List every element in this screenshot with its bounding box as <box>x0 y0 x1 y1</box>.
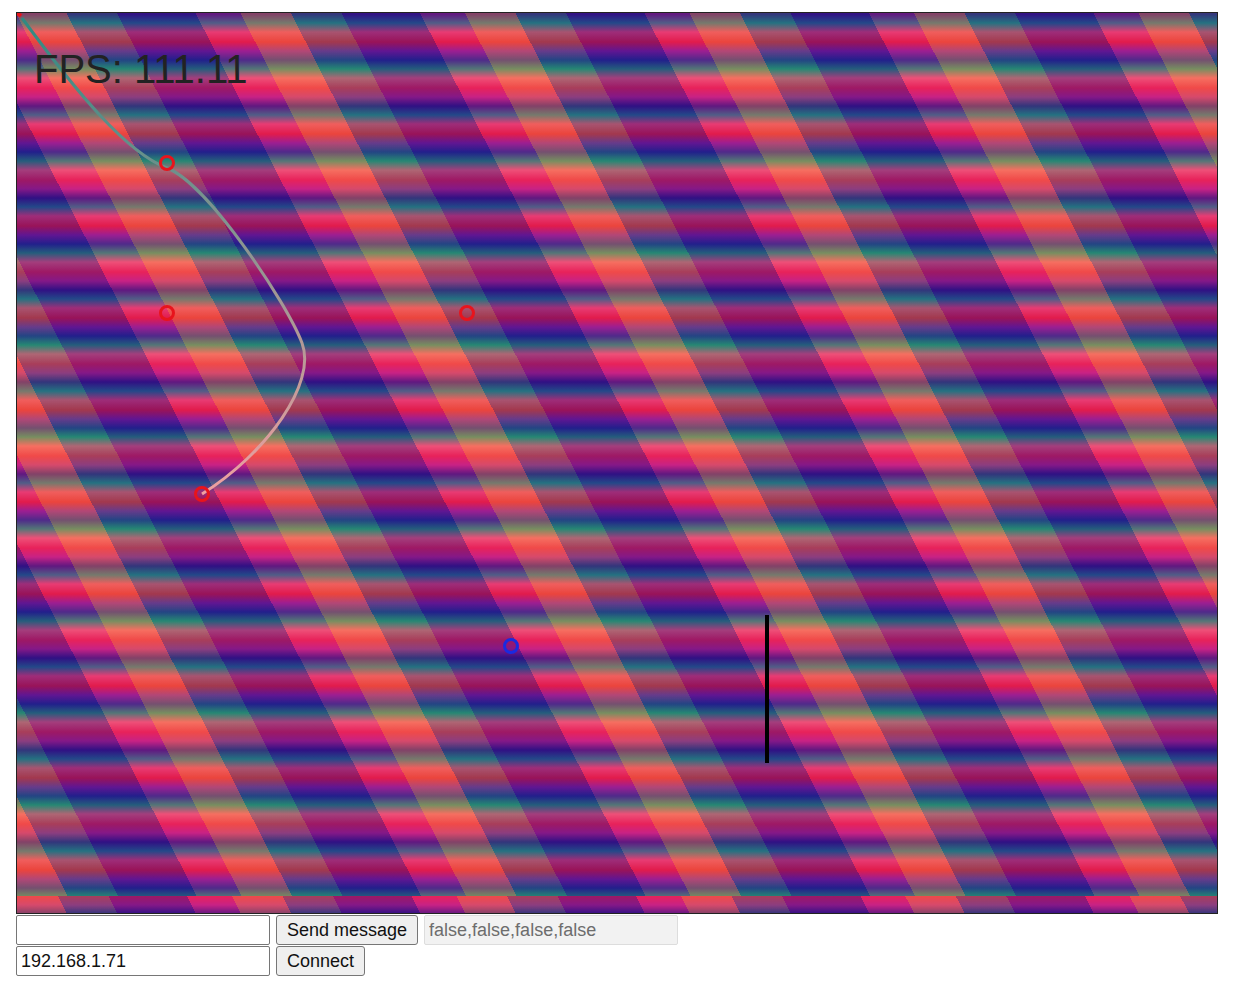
trail-path <box>22 18 305 494</box>
marker <box>461 307 474 320</box>
marker <box>505 640 518 653</box>
message-row: Send message <box>16 915 1240 945</box>
game-canvas[interactable]: FPS: 111.11 <box>16 12 1218 914</box>
fps-counter: FPS: 111.11 <box>34 49 247 89</box>
message-input[interactable] <box>16 915 270 945</box>
status-field <box>424 915 678 945</box>
send-button[interactable]: Send message <box>276 915 418 945</box>
origin-mark <box>17 13 21 16</box>
address-input[interactable] <box>16 946 270 976</box>
page: FPS: 111.11 Send messageConnect <box>0 0 1240 976</box>
canvas-drawing <box>17 13 1217 913</box>
marker <box>196 488 209 501</box>
canvas-background <box>17 13 1217 913</box>
wall-line <box>765 615 769 763</box>
marker <box>161 307 174 320</box>
marker <box>161 157 174 170</box>
connect-button[interactable]: Connect <box>276 946 365 976</box>
connect-row: Connect <box>16 946 1240 976</box>
